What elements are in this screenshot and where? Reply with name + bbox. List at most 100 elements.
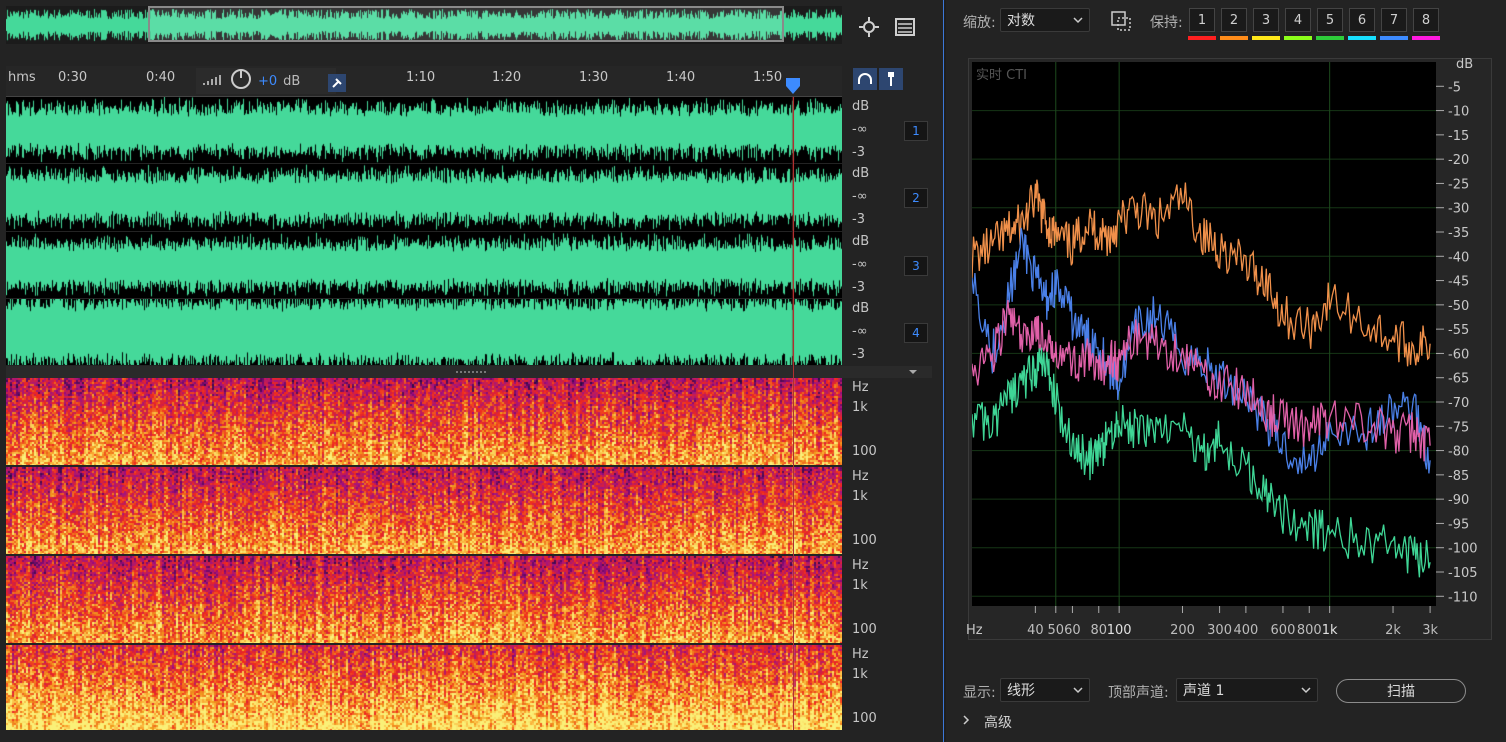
spectral-channel-3[interactable]: [6, 556, 842, 643]
channel-4-button[interactable]: 4: [904, 323, 928, 343]
y-tick-label: -25: [1448, 177, 1469, 192]
time-ruler[interactable]: hms 0:30 0:40 1:10 1:20 1:30 1:40 1:50: [6, 66, 842, 97]
chevron-down-icon: [1073, 682, 1083, 698]
hold-number[interactable]: 7: [1381, 8, 1407, 32]
zoom-icon[interactable]: [856, 14, 882, 40]
hold-color-bar: [1348, 36, 1376, 40]
hold-button[interactable]: 7: [1380, 8, 1408, 40]
x-tick-label: 300: [1207, 623, 1232, 638]
hold-button[interactable]: 2: [1220, 8, 1248, 40]
ruler-tick: 1:10: [406, 70, 436, 85]
scale-label: 100: [852, 622, 877, 637]
spectrum-plot[interactable]: [972, 62, 1436, 606]
channel-1-button[interactable]: 1: [904, 121, 928, 141]
hold-button[interactable]: 1: [1188, 8, 1216, 40]
x-tick-label: 60: [1064, 623, 1081, 638]
chevron-right-icon: [962, 714, 970, 730]
waveform-channel-1[interactable]: [6, 97, 842, 163]
x-tick-label: 40: [1027, 623, 1044, 638]
playhead-marker[interactable]: [786, 78, 800, 94]
hold-number[interactable]: 5: [1317, 8, 1343, 32]
hold-button[interactable]: 3: [1252, 8, 1280, 40]
scale-label: 100: [852, 711, 877, 726]
channel-3-button[interactable]: 3: [904, 256, 928, 276]
zoom-select[interactable]: 对数: [1000, 8, 1090, 32]
scan-button[interactable]: 扫描: [1336, 679, 1466, 703]
waveform-channel-4[interactable]: [6, 299, 842, 365]
channel-2-button[interactable]: 2: [904, 188, 928, 208]
hold-color-bar: [1412, 36, 1440, 40]
y-tick-label: -75: [1448, 420, 1469, 435]
top-channel-value: 声道 1: [1183, 683, 1225, 699]
spectrum-series-4: [972, 347, 1431, 578]
spectral-channel-4[interactable]: [6, 645, 842, 730]
x-tick-label: 2k: [1385, 623, 1401, 638]
display-select[interactable]: 线形: [1000, 678, 1090, 702]
y-tick-label: -20: [1448, 153, 1469, 168]
scale-label: 1k: [852, 578, 868, 593]
scale-label: dB: [852, 99, 870, 114]
selection-icon[interactable]: [1110, 10, 1132, 32]
ruler-tick: 0:40: [146, 70, 176, 85]
list-icon[interactable]: [892, 14, 918, 40]
top-channel-select[interactable]: 声道 1: [1176, 678, 1318, 702]
scale-label: dB: [852, 301, 870, 316]
y-tick-label: -95: [1448, 517, 1469, 532]
y-tick-label: -70: [1448, 396, 1469, 411]
hold-number[interactable]: 2: [1221, 8, 1247, 32]
waveform-channel-2[interactable]: [6, 164, 842, 231]
scale-label: -∞: [852, 122, 868, 137]
playhead-line: [793, 97, 794, 730]
x-tick-label: 600: [1271, 623, 1296, 638]
y-tick-label: -15: [1448, 129, 1469, 144]
scale-label: 1k: [852, 667, 868, 682]
knob-icon[interactable]: [230, 68, 252, 94]
x-tick-label: 80: [1090, 623, 1107, 638]
y-tick-label: -60: [1448, 347, 1469, 362]
y-tick-label: -45: [1448, 275, 1469, 290]
x-axis-title: Hz: [966, 623, 983, 638]
spectral-channel-1[interactable]: [6, 378, 842, 465]
scale-label: 100: [852, 444, 877, 459]
hold-button[interactable]: 5: [1316, 8, 1344, 40]
scale-label: -∞: [852, 189, 868, 204]
ruler-tick: 1:20: [492, 70, 522, 85]
overview-visible-range[interactable]: [148, 6, 784, 42]
hold-number[interactable]: 8: [1413, 8, 1439, 32]
hold-number[interactable]: 4: [1285, 8, 1311, 32]
y-tick-label: -5: [1448, 80, 1461, 95]
hold-color-bar: [1380, 36, 1408, 40]
frequency-axis: Hz 40 50 60 80 100 200 300 400 600 800 1k 2k 3k: [966, 606, 1438, 638]
spectral-channel-2[interactable]: [6, 467, 842, 554]
marker-icon[interactable]: [879, 68, 903, 90]
scale-label: -3: [852, 145, 865, 160]
gain-unit: dB: [283, 73, 301, 89]
chevron-down-icon: [1301, 682, 1311, 698]
advanced-label: 高级: [984, 715, 1012, 731]
advanced-toggle[interactable]: 高级: [962, 712, 1012, 732]
hold-button[interactable]: 6: [1348, 8, 1376, 40]
hold-color-bar: [1252, 36, 1280, 40]
y-tick-label: -100: [1448, 542, 1478, 557]
hold-number[interactable]: 6: [1349, 8, 1375, 32]
hold-button[interactable]: 4: [1284, 8, 1312, 40]
headphones-icon[interactable]: [853, 68, 877, 90]
hold-number[interactable]: 1: [1189, 8, 1215, 32]
zoom-value: 对数: [1007, 13, 1035, 29]
display-label: 显示:: [963, 685, 996, 701]
hold-number[interactable]: 3: [1253, 8, 1279, 32]
scale-label: dB: [852, 166, 870, 181]
scale-label: Hz: [852, 469, 869, 484]
pin-icon[interactable]: [328, 74, 346, 92]
ruler-tick: 1:40: [666, 70, 696, 85]
scale-label: -3: [852, 280, 865, 295]
top-channel-label: 顶部声道:: [1108, 685, 1169, 701]
x-tick-label: 1k: [1322, 623, 1338, 638]
hud-gain[interactable]: +0 dB: [196, 68, 336, 94]
hold-button[interactable]: 8: [1412, 8, 1440, 40]
y-tick-label: -50: [1448, 299, 1469, 314]
ruler-tick: 0:30: [58, 70, 88, 85]
gain-value[interactable]: +0: [258, 74, 277, 89]
waveform-channel-3[interactable]: [6, 232, 842, 298]
y-tick-label: -90: [1448, 493, 1469, 508]
